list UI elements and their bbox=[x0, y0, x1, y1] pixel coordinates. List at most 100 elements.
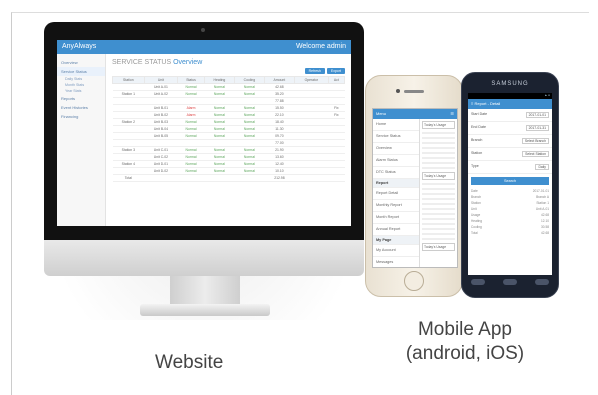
web-sidebar: Overview Service Status Daily Stats Mont… bbox=[57, 54, 106, 226]
table-cell: Station 2 bbox=[112, 118, 145, 126]
iphone-menu-item: Messages bbox=[373, 257, 419, 267]
table-cell: Normal bbox=[204, 125, 235, 133]
table-cell: 22.10 bbox=[264, 111, 295, 119]
data-cell: 42.68 bbox=[541, 213, 549, 217]
table-cell: Alarm bbox=[177, 104, 205, 112]
filter-value: Select Station bbox=[522, 151, 549, 157]
iphone-menu-item: My Account bbox=[373, 245, 419, 257]
table-cell bbox=[112, 97, 145, 105]
iphone-menu-item: Monthly Report bbox=[373, 200, 419, 212]
filter-value: Select Branch bbox=[521, 138, 549, 144]
menu-icon: ☰ bbox=[450, 111, 454, 116]
data-cell: Heating bbox=[471, 219, 482, 223]
table-cell: Normal bbox=[204, 111, 235, 119]
table-header-cell: Operator bbox=[293, 76, 329, 84]
iphone-menu-item: Overview bbox=[373, 143, 419, 155]
filter-row: Branch Select Branch bbox=[468, 135, 552, 148]
table-cell bbox=[294, 146, 329, 154]
table-row: Unit C-02 Normal Normal Normal 13.60 bbox=[112, 153, 345, 161]
table-cell: Normal bbox=[204, 83, 235, 91]
table-cell: Normal bbox=[234, 83, 265, 91]
table-cell bbox=[112, 139, 145, 147]
table-header-cell: Status bbox=[177, 76, 205, 84]
table-cell bbox=[328, 174, 345, 182]
table-cell: 11.30 bbox=[264, 125, 295, 133]
table-row: Unit B-04 Normal Normal Normal 11.30 bbox=[112, 125, 345, 133]
table-cell bbox=[294, 104, 329, 112]
data-cell: 42.68 bbox=[541, 231, 549, 235]
sidebar-item-financing: Financing bbox=[61, 114, 79, 119]
data-cell: Branch A bbox=[536, 195, 549, 199]
iphone-menu-item: Report Detail bbox=[373, 188, 419, 200]
table-cell: Normal bbox=[177, 160, 205, 168]
table-cell: 21.90 bbox=[264, 146, 295, 154]
table-cell bbox=[112, 153, 145, 161]
table-cell bbox=[328, 90, 345, 98]
table-cell: Fix bbox=[328, 111, 345, 119]
table-cell bbox=[328, 83, 345, 91]
nav-keys bbox=[462, 279, 558, 285]
camera-icon bbox=[201, 28, 205, 32]
table-header-cell: Heating bbox=[203, 76, 235, 84]
home-button bbox=[404, 271, 424, 291]
web-main: SERVICE STATUS Overview Refresh Export S… bbox=[106, 54, 351, 226]
filter-row: Type Daily bbox=[468, 161, 552, 174]
table-cell bbox=[328, 153, 345, 161]
table-cell bbox=[294, 153, 329, 161]
table-cell bbox=[294, 132, 329, 140]
table-cell: Unit C-01 bbox=[144, 146, 178, 154]
table-cell: Normal bbox=[204, 104, 235, 112]
table-cell: Unit A-01 bbox=[144, 83, 178, 91]
table-cell bbox=[112, 132, 145, 140]
table-cell bbox=[294, 167, 329, 175]
filter-label: Type bbox=[471, 164, 479, 168]
imac-monitor: AnyAlways Welcome admin Overview Service… bbox=[44, 22, 364, 240]
table-cell bbox=[294, 111, 329, 119]
table-cell: Unit D-01 bbox=[144, 160, 178, 168]
imac-chin bbox=[44, 240, 364, 276]
table-cell: 77.88 bbox=[264, 97, 295, 105]
caption-mobile-line2: (android, iOS) bbox=[405, 343, 525, 364]
table-cell: 42.68 bbox=[264, 83, 295, 91]
table-cell: Normal bbox=[234, 111, 265, 119]
table-cell: Normal bbox=[234, 118, 265, 126]
table-row: 77.88 bbox=[112, 97, 345, 105]
iphone-menu-item: Service Status bbox=[373, 131, 419, 143]
data-cell: 12.10 bbox=[541, 219, 549, 223]
table-cell: Normal bbox=[234, 146, 265, 154]
service-status-table: Station Unit Status Heating Cooling Amount Ope… bbox=[112, 76, 346, 182]
table-cell bbox=[294, 139, 329, 147]
iphone-menu-item: Alarm Status bbox=[373, 155, 419, 167]
table-cell: Normal bbox=[204, 153, 235, 161]
table-cell: 12.40 bbox=[264, 160, 295, 168]
table-cell bbox=[328, 139, 345, 147]
table-header-cell: Act bbox=[327, 76, 346, 84]
iphone-menu-item: DTC Status bbox=[373, 167, 419, 179]
table-row: Total 212.98 bbox=[112, 174, 345, 182]
table-row: 77.00 bbox=[112, 139, 345, 147]
data-cell: Branch bbox=[471, 195, 482, 199]
table-cell bbox=[294, 160, 329, 168]
table-cell: Station 3 bbox=[112, 146, 145, 154]
filter-row: Station Select Station bbox=[468, 148, 552, 161]
table-cell: Station 1 bbox=[112, 90, 145, 98]
table-cell: Unit B-04 bbox=[144, 125, 178, 133]
table-cell: Unit A-02 bbox=[144, 90, 178, 98]
sidebar-item-overview: Overview bbox=[61, 60, 78, 65]
table-cell: Unit C-02 bbox=[144, 153, 178, 161]
android-screen-title: Report - Detail bbox=[474, 101, 501, 106]
website-screen: AnyAlways Welcome admin Overview Service… bbox=[57, 40, 351, 226]
table-cell bbox=[294, 90, 329, 98]
data-row: Total 42.68 bbox=[468, 230, 552, 236]
data-cell: Date bbox=[471, 189, 478, 193]
data-cell: Station 1 bbox=[536, 201, 549, 205]
android-device: SAMSUNG ▲ ● ≡ Report - Detail Start Date… bbox=[461, 72, 559, 298]
table-cell bbox=[294, 83, 329, 91]
iphone-menu-item: Report bbox=[373, 179, 419, 188]
table-cell bbox=[177, 174, 205, 182]
table-cell: Unit B-05 bbox=[144, 132, 178, 140]
table-cell: Normal bbox=[234, 104, 265, 112]
table-cell bbox=[328, 97, 345, 105]
table-cell bbox=[204, 139, 235, 147]
usage-button: Today's Usage bbox=[422, 121, 455, 129]
